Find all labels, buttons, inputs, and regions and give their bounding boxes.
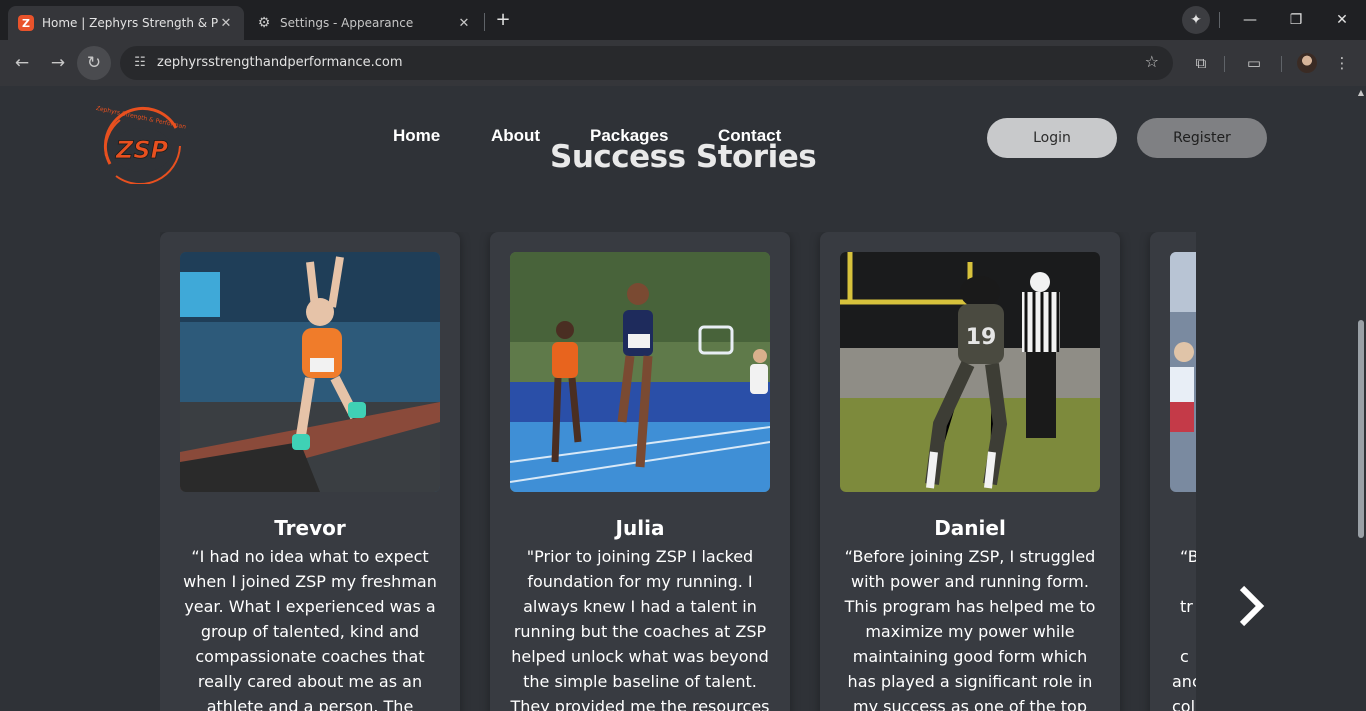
daniel-photo: 19 [840,252,1100,492]
story-quote-fragment: tr [1180,597,1193,616]
close-icon[interactable]: ✕ [218,16,234,31]
story-card: Trevor “I had no idea what to expect whe… [160,232,460,711]
restore-button[interactable]: ❐ [1276,6,1316,34]
nav-about[interactable]: About [491,126,540,146]
url-text[interactable]: zephyrsstrengthandperformance.com [157,55,403,70]
story-quote: “I had no idea what to expect when I joi… [183,547,437,711]
chevron-right-icon[interactable] [1232,584,1268,628]
story-card: Julia "Prior to joining ZSP I lacked fou… [490,232,790,711]
zsp-logo[interactable]: ZSP Zephyrs Strength & Performance [96,106,186,184]
page-title: Success Stories [550,139,817,175]
new-tab-button[interactable]: + [492,8,514,32]
scrollbar-thumb[interactable] [1358,320,1364,538]
story-quote: "Prior to joining ZSP I lacked foundatio… [510,547,770,711]
svg-text:19: 19 [966,325,997,350]
story-name: Trevor [274,516,346,540]
story-quote-fragment: col [1172,697,1196,711]
nav-home[interactable]: Home [393,126,440,146]
tab-title: Settings - Appearance [280,16,414,30]
trevor-photo [180,252,440,492]
story-card: “B tr c anc col [1150,232,1196,711]
zsp-favicon-icon: Z [18,15,34,31]
gear-icon: ⚙ [257,15,271,31]
close-window-button[interactable]: ✕ [1322,6,1362,34]
tab-title: Home | Zephyrs Strength & Performance [42,16,218,30]
tab-divider [484,13,485,31]
site-info-icon[interactable]: ☷ [128,51,152,75]
tab-strip: Z Home | Zephyrs Strength & Performance … [0,0,1366,40]
extensions-icon[interactable]: ⧉ [1187,49,1215,77]
stories-carousel: Trevor “I had no idea what to expect whe… [160,232,1196,711]
web-page: ZSP Zephyrs Strength & Performance Home … [0,86,1356,711]
minimize-button[interactable]: — [1230,6,1270,34]
toolbar-divider [1281,56,1282,72]
story-quote-fragment: “B [1180,547,1196,566]
logo-text: ZSP [115,136,169,164]
reload-icon[interactable]: ↻ [77,46,111,80]
profile-avatar[interactable] [1297,53,1317,73]
julia-photo [510,252,770,492]
tab-settings[interactable]: ⚙ Settings - Appearance ✕ [246,6,482,40]
story-quote-fragment: anc [1172,672,1196,691]
cast-icon[interactable]: ▭ [1240,49,1268,77]
story-photo [1170,252,1196,492]
story-name: Daniel [934,516,1006,540]
bookmark-star-icon[interactable]: ☆ [1145,52,1159,71]
back-arrow-icon[interactable]: ← [8,49,36,77]
gemini-sparkle-icon[interactable]: ✦ [1182,6,1210,34]
story-quote: “Before joining ZSP, I struggled with po… [844,547,1096,711]
scroll-up-icon[interactable]: ▲ [1356,88,1366,97]
address-bar[interactable]: ☷ zephyrsstrengthandperformance.com ☆ [120,46,1173,80]
story-name: Julia [615,516,665,540]
toolbar-divider [1224,56,1225,72]
close-icon[interactable]: ✕ [456,16,472,31]
story-card: 19 Daniel “Before joining ZSP, I struggl… [820,232,1120,711]
login-button[interactable]: Login [987,118,1117,158]
forward-arrow-icon[interactable]: → [44,49,72,77]
register-button[interactable]: Register [1137,118,1267,158]
tab-home[interactable]: Z Home | Zephyrs Strength & Performance … [8,6,244,40]
window-divider [1219,12,1220,28]
browser-toolbar: ← → ↻ ☷ zephyrsstrengthandperformance.co… [0,40,1366,86]
story-quote-fragment: c [1180,647,1189,666]
menu-kebab-icon[interactable]: ⋮ [1328,49,1356,77]
